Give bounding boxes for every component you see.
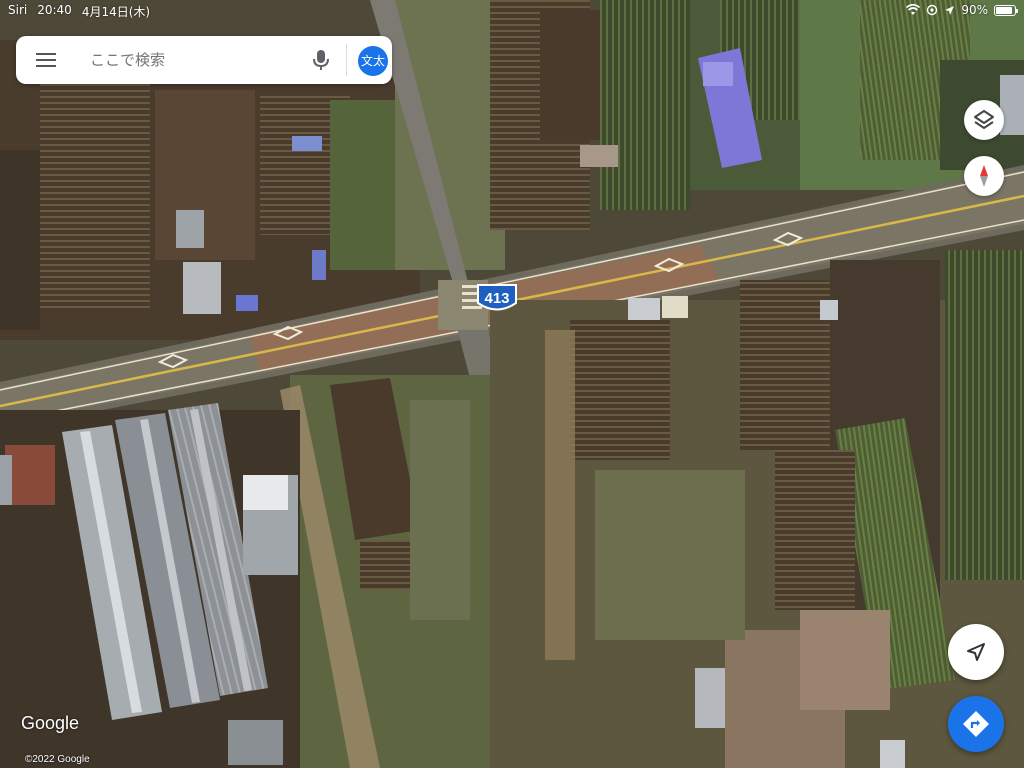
search-divider: [346, 44, 347, 76]
location-arrow-icon: [945, 5, 955, 15]
route-number: 413: [484, 290, 509, 307]
layers-icon: [974, 110, 994, 129]
battery-icon: [994, 4, 1018, 16]
menu-icon[interactable]: [36, 50, 58, 70]
my-location-button[interactable]: [948, 624, 1004, 680]
location-services-icon: [927, 4, 938, 16]
battery-percent: 90%: [961, 3, 988, 17]
navigation-arrow-icon: [967, 643, 985, 661]
compass-button[interactable]: [964, 156, 1004, 196]
google-logo: Google: [21, 713, 80, 733]
satellite-map[interactable]: 413: [0, 0, 1024, 768]
status-date: 4月14日(木): [81, 5, 151, 19]
carrier-label: Siri: [8, 3, 28, 17]
compass-icon: [980, 165, 988, 187]
layers-button[interactable]: [964, 100, 1004, 140]
status-bar: Siri 20:40 4月14日(木) 90%: [0, 0, 1024, 20]
route-shield: 413: [477, 284, 517, 311]
directions-button[interactable]: [948, 696, 1004, 752]
search-bar[interactable]: 文太: [16, 36, 392, 84]
copyright-text: ©2022 Google: [25, 754, 90, 765]
microphone-icon[interactable]: [310, 48, 332, 72]
battery-level-fill: [996, 6, 1013, 14]
search-input[interactable]: [88, 36, 288, 84]
status-time: 20:40: [37, 3, 72, 17]
wifi-icon: [906, 4, 921, 15]
account-avatar[interactable]: 文太: [358, 46, 388, 76]
directions-icon: [963, 711, 989, 737]
